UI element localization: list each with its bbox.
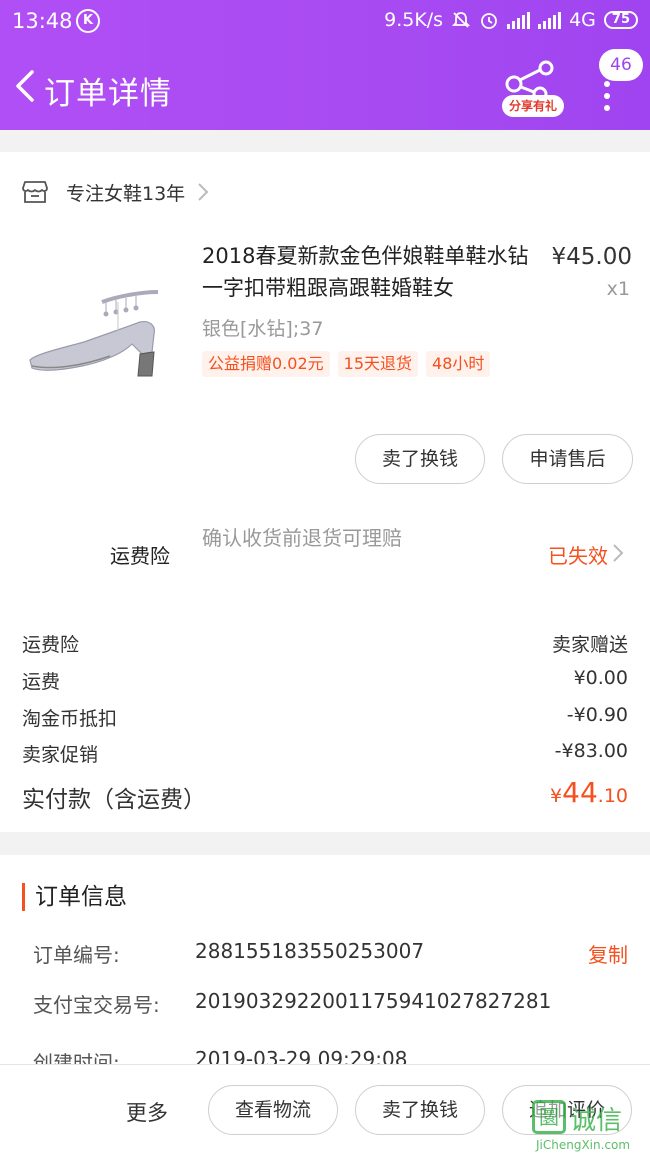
order-number-label: 订单编号: xyxy=(33,943,120,967)
watermark-url: JiChengXin.com xyxy=(536,1138,631,1152)
total-paid-label: 实付款（含运费） xyxy=(22,787,206,813)
tag-return-policy: 15天退货 xyxy=(337,351,419,377)
back-arrow-icon[interactable] xyxy=(8,62,44,110)
product-title[interactable]: 2018春夏新款金色伴娘鞋单鞋水钻一字扣带粗跟高跟鞋婚鞋女 xyxy=(202,240,532,304)
order-info-title: 订单信息 xyxy=(22,883,127,911)
app-header: 13:48 K 9.5K/s 4G 75 订单详情 分享有礼 46 xyxy=(0,0,650,130)
status-indicators: 9.5K/s 4G 75 xyxy=(384,9,638,31)
shipping-insurance-description: 确认收货前退货可理赔 xyxy=(202,526,402,550)
alarm-icon xyxy=(481,13,497,29)
total-paid-amount: ¥44.10 xyxy=(550,776,628,809)
alipay-trade-value: 2019032922001175941027827281 xyxy=(195,989,552,1013)
fee-row-seller-promo: 卖家促销 -¥83.00 xyxy=(22,740,628,770)
watermark-text: 诚信 xyxy=(570,1106,623,1136)
watermark-logo: 圜 诚信 JiChengXin.com xyxy=(532,1100,650,1155)
mute-icon xyxy=(451,12,471,28)
fee-label: 运费险 xyxy=(22,634,80,656)
fee-label: 运费 xyxy=(22,671,61,693)
product-tags: 公益捐赠0.02元 15天退货 48小时 xyxy=(202,351,491,377)
k-app-icon: K xyxy=(76,9,100,33)
shipping-insurance-label: 运费险 xyxy=(110,544,170,568)
tag-shipping-time: 48小时 xyxy=(426,351,491,377)
product-price: ¥45.00 xyxy=(551,244,632,270)
order-number-row: 订单编号: 2881551835502530​07 复制 xyxy=(33,939,628,969)
alipay-trade-row: 支付宝交易号: 2019032922001175941027827281 xyxy=(33,989,628,1019)
total-integer: 44 xyxy=(562,776,598,809)
sell-for-cash-button[interactable]: 卖了换钱 xyxy=(355,434,485,484)
share-reward-label[interactable]: 分享有礼 xyxy=(502,95,564,117)
shop-row[interactable]: 专注女鞋13年 xyxy=(22,174,209,210)
order-card: 专注女鞋13年 2018春夏新款金色伴娘鞋单鞋水钻一字扣带粗跟高跟鞋婚鞋女 ¥4… xyxy=(0,152,650,832)
fee-label: 卖家促销 xyxy=(22,744,99,766)
fee-label: 淘金币抵扣 xyxy=(22,708,118,730)
total-paid-row: 实付款（含运费） ¥44.10 xyxy=(22,776,628,816)
signal-icon xyxy=(507,11,531,29)
alipay-trade-label: 支付宝交易号: xyxy=(33,993,160,1017)
more-actions-button[interactable]: 更多 xyxy=(126,1097,168,1127)
total-currency: ¥ xyxy=(550,785,563,807)
chevron-right-icon xyxy=(198,183,209,201)
shop-name: 专注女鞋13年 xyxy=(66,182,186,205)
view-logistics-button[interactable]: 查看物流 xyxy=(208,1085,338,1135)
fee-value: -¥83.00 xyxy=(554,740,628,762)
copy-order-number-button[interactable]: 复制 xyxy=(588,939,628,968)
sell-for-cash-bottom-button[interactable]: 卖了换钱 xyxy=(355,1085,485,1135)
network-type: 4G xyxy=(569,9,596,31)
fee-value: 卖家赠送 xyxy=(551,634,628,656)
total-decimal: .10 xyxy=(597,785,628,807)
apply-after-sale-button[interactable]: 申请售后 xyxy=(502,434,633,484)
fee-value: -¥0.90 xyxy=(566,704,628,726)
status-time: 13:48 xyxy=(12,9,73,33)
signal-icon-2 xyxy=(538,11,562,29)
fee-row-insurance: 运费险 卖家赠送 xyxy=(22,630,628,660)
battery-icon: 75 xyxy=(603,11,638,29)
status-bar: 13:48 K 9.5K/s 4G 75 xyxy=(0,0,650,44)
more-menu-icon[interactable] xyxy=(596,78,618,114)
fee-value: ¥0.00 xyxy=(573,667,628,689)
fee-row-coin-discount: 淘金币抵扣 -¥0.90 xyxy=(22,704,628,734)
shipping-insurance-status[interactable]: 已失效 xyxy=(548,540,608,569)
fee-row-shipping: 运费 ¥0.00 xyxy=(22,667,628,697)
chevron-right-icon[interactable] xyxy=(612,543,624,563)
shop-icon xyxy=(22,181,48,203)
order-number-value: 2881551835502530​07 xyxy=(195,939,425,963)
watermark-icon: 圜 xyxy=(532,1100,566,1134)
product-sku: 银色[水钻];37 xyxy=(202,318,324,340)
tag-charity: 公益捐赠0.02元 xyxy=(202,351,330,377)
page-title: 订单详情 xyxy=(44,76,172,112)
product-quantity: x1 xyxy=(606,278,630,300)
notification-badge[interactable]: 46 xyxy=(599,49,643,81)
product-image[interactable] xyxy=(22,262,172,392)
network-speed: 9.5K/s xyxy=(384,9,444,31)
